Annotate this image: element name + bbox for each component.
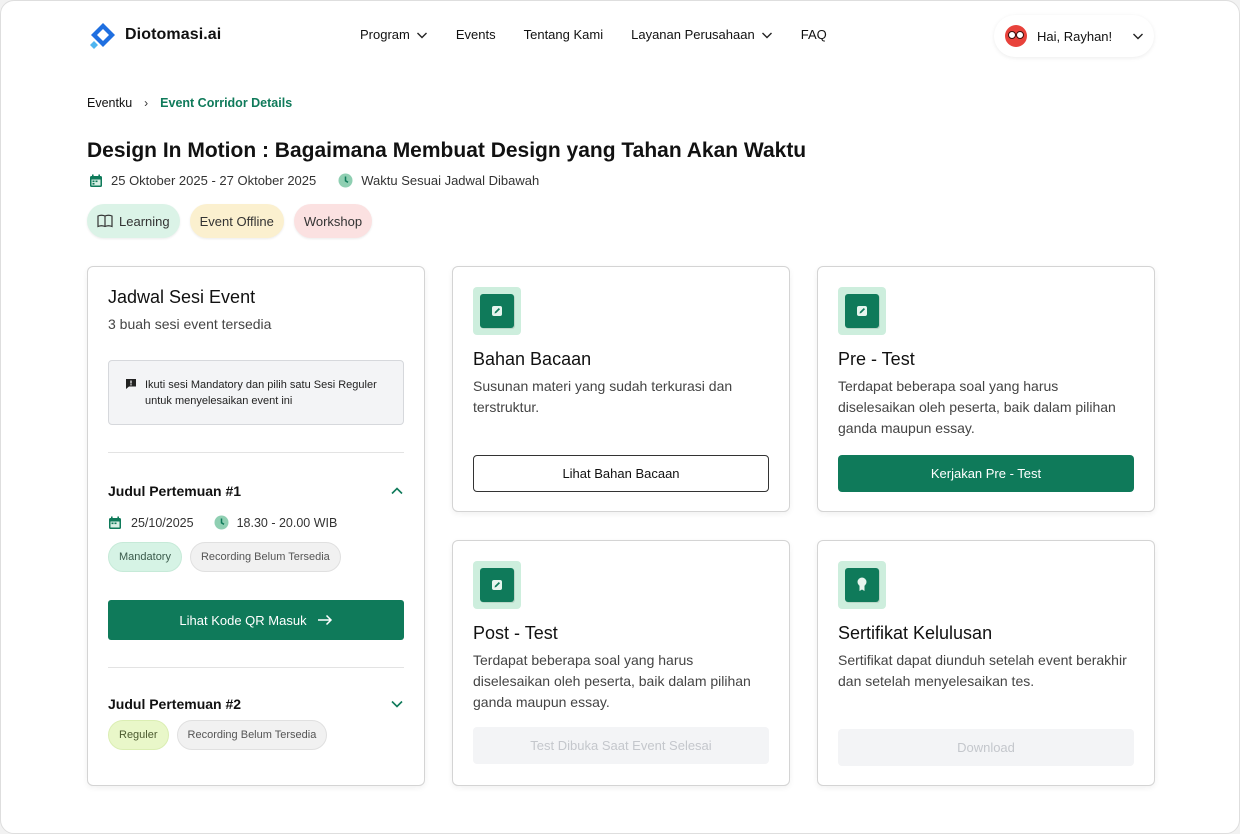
avatar [1005, 25, 1027, 47]
card-description: Terdapat beberapa soal yang harus disele… [473, 652, 751, 710]
card-description: Terdapat beberapa soal yang harus disele… [838, 378, 1116, 436]
session-type-badge: Mandatory [108, 542, 182, 572]
nav-tentang-kami-label: Tentang Kami [523, 27, 604, 42]
tag-learning: Learning [87, 204, 180, 238]
recording-status-badge: Recording Belum Tersedia [189, 542, 341, 572]
event-time-text: Waktu Sesuai Jadwal Dibawah [361, 173, 540, 188]
user-menu[interactable]: Hai, Rayhan! [994, 15, 1154, 57]
card-title: Sertifikat Kelulusan [838, 623, 993, 643]
clock-icon [214, 515, 229, 530]
breadcrumb-parent[interactable]: Eventku [87, 96, 132, 110]
certificate-icon [838, 561, 886, 609]
tag-learning-label: Learning [119, 213, 170, 229]
brand-logo[interactable]: Diotomasi.ai [89, 21, 221, 49]
event-time: Waktu Sesuai Jadwal Dibawah [338, 173, 539, 188]
session-2-title: Judul Pertemuan #2 [108, 696, 242, 712]
notice-text: Ikuti sesi Mandatory dan pilih satu Sesi… [145, 379, 377, 407]
page: Diotomasi.ai Program Events Tentang Kami… [0, 0, 1240, 834]
nav-faq-label: FAQ [800, 27, 827, 42]
event-date-text: 25 Oktober 2025 - 27 Oktober 2025 [111, 173, 317, 188]
certificate-card: Sertifikat Kelulusan Sertifikat dapat di… [817, 540, 1155, 786]
breadcrumb-separator: › [144, 96, 149, 110]
session-1-header[interactable]: Judul Pertemuan #1 [108, 483, 404, 499]
reading-material-card: Bahan Bacaan Susunan materi yang sudah t… [452, 266, 790, 512]
schedule-title: Jadwal Sesi Event [108, 287, 256, 307]
nav-layanan-label: Layanan Perusahaan [631, 27, 755, 42]
chevron-down-icon[interactable] [390, 697, 404, 711]
post-test-card: Post - Test Terdapat beberapa soal yang … [452, 540, 790, 786]
info-message-icon [126, 379, 136, 389]
chevron-up-icon[interactable] [390, 484, 404, 498]
recording-status-badge: Recording Belum Tersedia [176, 720, 328, 750]
pencil-icon [473, 561, 521, 609]
tag-workshop-label: Workshop [303, 213, 363, 229]
download-certificate-button: Download [838, 729, 1134, 766]
qr-code-button[interactable]: Lihat Kode QR Masuk [108, 600, 404, 640]
chevron-down-icon [416, 32, 427, 38]
logo-icon [89, 21, 117, 49]
chevron-down-icon [761, 32, 772, 38]
pencil-icon [838, 287, 886, 335]
calendar-icon [109, 516, 121, 529]
session-1-title: Judul Pertemuan #1 [108, 483, 242, 499]
start-pre-test-button[interactable]: Kerjakan Pre - Test [838, 455, 1134, 492]
chevron-down-icon [1133, 33, 1144, 40]
card-title: Post - Test [473, 623, 558, 643]
main-nav: Program Events Tentang Kami Layanan Peru… [360, 27, 827, 42]
session-1-meta: 25/10/2025 18.30 - 20.00 WIB [108, 515, 404, 530]
clock-icon [338, 173, 353, 188]
book-icon [97, 214, 113, 228]
nav-tentang-kami[interactable]: Tentang Kami [524, 27, 604, 42]
event-date: 25 Oktober 2025 - 27 Oktober 2025 [89, 173, 316, 188]
pencil-icon [473, 287, 521, 335]
event-tags: Learning Event Offline Workshop [87, 204, 373, 238]
session-2-header[interactable]: Judul Pertemuan #2 [108, 696, 404, 712]
schedule-notice: Ikuti sesi Mandatory dan pilih satu Sesi… [108, 360, 404, 425]
session-1-date: 25/10/2025 [131, 515, 194, 530]
tag-offline-label: Event Offline [199, 213, 274, 229]
session-2-tags: Reguler Recording Belum Tersedia [108, 720, 404, 750]
breadcrumb-current: Event Corridor Details [160, 96, 293, 110]
schedule-subtitle: 3 buah sesi event tersedia [108, 316, 272, 332]
session-type-badge: Reguler [108, 720, 169, 750]
nav-layanan-perusahaan[interactable]: Layanan Perusahaan [631, 27, 773, 42]
calendar-icon [90, 174, 102, 187]
nav-events[interactable]: Events [456, 27, 496, 42]
schedule-card: Jadwal Sesi Event 3 buah sesi event ters… [87, 266, 425, 786]
session-1-tags: Mandatory Recording Belum Tersedia [108, 542, 404, 572]
brand-name: Diotomasi.ai [125, 26, 222, 43]
nav-events-label: Events [455, 27, 496, 42]
breadcrumb: Eventku › Event Corridor Details [87, 96, 292, 110]
card-title: Bahan Bacaan [473, 349, 592, 369]
divider [108, 452, 404, 453]
page-title: Design In Motion : Bagaimana Membuat Des… [87, 139, 807, 162]
card-description: Susunan materi yang sudah terkurasi dan … [473, 378, 733, 415]
pre-test-card: Pre - Test Terdapat beberapa soal yang h… [817, 266, 1155, 512]
qr-button-label: Lihat Kode QR Masuk [179, 612, 307, 628]
card-description: Sertifikat dapat diunduh setelah event b… [838, 652, 1127, 689]
nav-program-label: Program [360, 27, 410, 42]
nav-program[interactable]: Program [360, 27, 428, 42]
session-1-time: 18.30 - 20.00 WIB [236, 515, 338, 530]
divider [108, 667, 404, 668]
view-reading-material-button[interactable]: Lihat Bahan Bacaan [473, 455, 769, 492]
post-test-button-disabled: Test Dibuka Saat Event Selesai [473, 727, 769, 764]
user-greeting: Hai, Rayhan! [1037, 28, 1113, 44]
nav-faq[interactable]: FAQ [801, 27, 827, 42]
arrow-right-icon [317, 614, 332, 626]
card-title: Pre - Test [838, 349, 915, 369]
event-meta: 25 Oktober 2025 - 27 Oktober 2025 Waktu … [89, 173, 561, 188]
tag-event-offline: Event Offline [189, 204, 284, 238]
tag-workshop: Workshop [293, 204, 373, 238]
